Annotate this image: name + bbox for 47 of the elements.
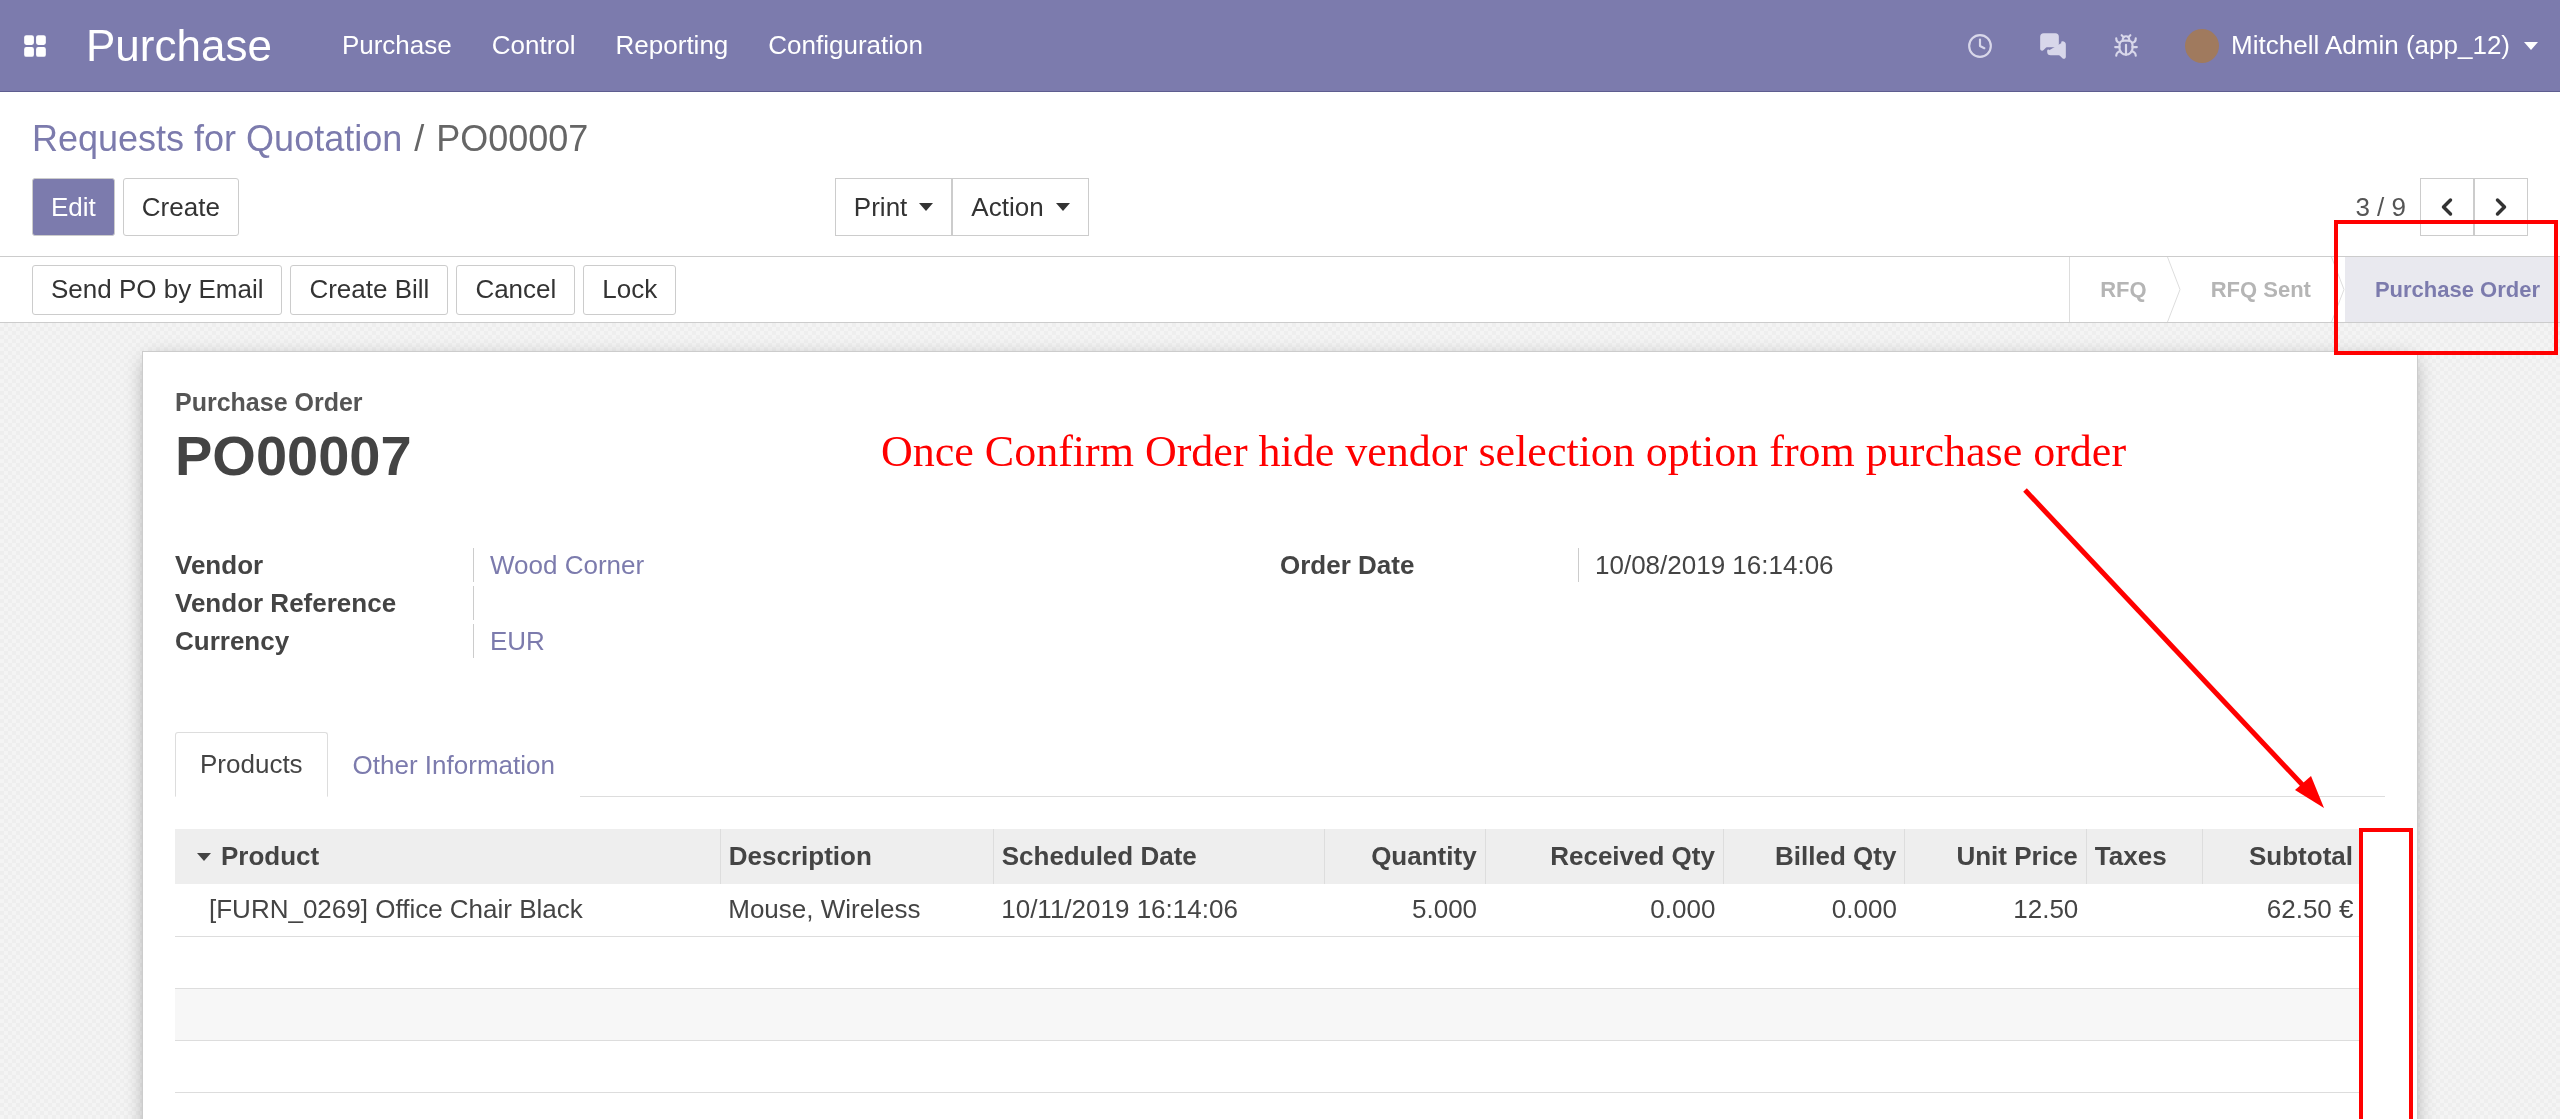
dropdown-button[interactable]: Print <box>834 178 953 236</box>
menu-item[interactable]: Reporting <box>615 30 729 61</box>
column-header[interactable]: Description <box>720 829 994 884</box>
primary-button[interactable]: Edit <box>32 178 115 236</box>
table-cell: 0.000 <box>1485 884 1724 936</box>
field-label: Currency <box>175 625 291 658</box>
field-label: Vendor Reference <box>175 587 398 620</box>
column-header[interactable]: Scheduled Date <box>993 829 1325 884</box>
column-header[interactable]: Received Qty <box>1485 829 1724 884</box>
menu-item[interactable]: Configuration <box>768 30 923 61</box>
column-header[interactable]: Billed Qty <box>1723 829 1905 884</box>
column-header[interactable]: Unit Price <box>1904 829 2087 884</box>
table-cell: [FURN_0269] Office Chair Black <box>175 884 721 936</box>
field-value: 10/08/2019 16:14:06 <box>1578 548 2385 582</box>
annotation-text: Once Confirm Order hide vendor selection option from purchase order <box>881 426 2127 477</box>
user-menu[interactable]: Mitchell Admin (app_12) <box>2231 30 2538 61</box>
header-button[interactable]: Cancel <box>456 264 576 315</box>
dropdown-button[interactable]: Action <box>952 178 1089 236</box>
field-label: Vendor <box>175 549 265 582</box>
header-button[interactable]: Create Bill <box>290 264 449 315</box>
field-value-link[interactable]: Wood Corner <box>473 548 1280 582</box>
pager-counter: 3 / 9 <box>2355 191 2406 223</box>
breadcrumb-link[interactable]: Requests for Quotation <box>32 118 403 160</box>
column-header[interactable]: Quantity <box>1324 829 1486 884</box>
app-title: Purchase <box>86 20 272 71</box>
column-header-label: Product <box>221 841 320 872</box>
breadcrumb-current: PO00007 <box>436 118 589 160</box>
tab[interactable]: Products <box>175 732 328 797</box>
table-cell: 0.000 <box>1723 884 1905 936</box>
table-cell: Mouse, Wireless <box>720 884 994 936</box>
table-cell: 12.50 <box>1904 884 2087 936</box>
order-number: PO00007 <box>175 423 412 488</box>
table-cell: 5.000 <box>1324 884 1486 936</box>
breadcrumb-separator: / <box>414 118 425 160</box>
table-cell: 10/11/2019 16:14:06 <box>993 884 1325 936</box>
column-header[interactable]: Taxes <box>2086 829 2203 884</box>
field-value-link[interactable]: EUR <box>473 624 1280 658</box>
field-label: Order Date <box>1280 549 1416 582</box>
column-header[interactable]: Product <box>175 829 721 884</box>
table-cell: 62.50 € <box>2202 884 2362 936</box>
form-subtitle: Purchase Order <box>175 388 364 417</box>
header-button[interactable]: Lock <box>583 264 677 315</box>
column-header[interactable]: Subtotal <box>2202 829 2362 884</box>
button[interactable]: Create <box>122 178 239 236</box>
menu-item[interactable]: Control <box>491 30 576 61</box>
header-button[interactable]: Send PO by Email <box>32 264 283 315</box>
menu-item[interactable]: Purchase <box>341 30 452 61</box>
